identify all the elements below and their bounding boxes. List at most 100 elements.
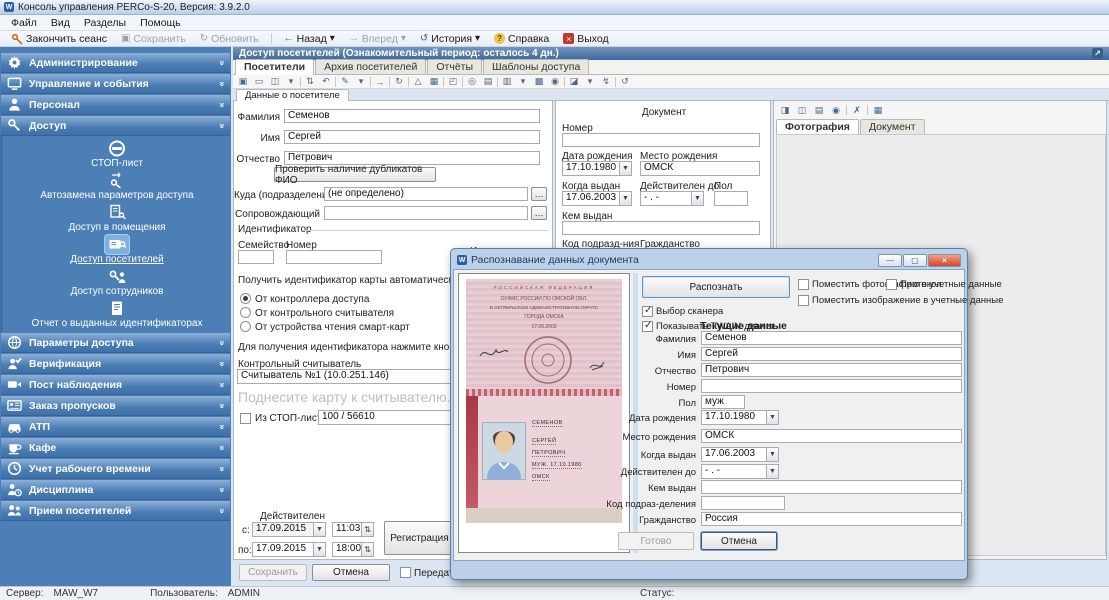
collapse-chevron-icon[interactable]: » [217, 102, 227, 107]
sidebar-item-personnel[interactable]: Персонал » [1, 95, 230, 115]
forward-button[interactable]: → Вперед ▾ [342, 31, 413, 46]
back-button[interactable]: ← Назад ▾ [277, 31, 342, 46]
sidebar-item-cafe[interactable]: Кафе » [1, 438, 230, 458]
camera-icon[interactable]: ◉ [548, 76, 562, 88]
collapse-chevron-icon[interactable]: » [217, 445, 227, 450]
sidebar-item-employee-access[interactable]: Доступ сотрудников [71, 267, 164, 297]
birth-place-field[interactable]: ОМСК [640, 161, 760, 176]
valid-to-time[interactable]: 18:00⇅ [332, 542, 374, 557]
cancel-visitor-button[interactable]: Отмена [312, 564, 390, 581]
collapse-chevron-icon[interactable]: » [217, 403, 227, 408]
valid-until-combo[interactable]: - . -▼ [640, 191, 704, 206]
forward-dropdown-icon[interactable]: ▾ [401, 34, 406, 44]
window-icon[interactable]: ▦ [427, 76, 441, 88]
sidebar-item-pass-orders[interactable]: Заказ пропусков » [1, 396, 230, 416]
dlg-birth-date-combo[interactable]: 17.10.1980▼ [701, 410, 779, 425]
collapse-chevron-icon[interactable]: » [217, 487, 227, 492]
chart-icon[interactable]: △ [411, 76, 425, 88]
issued-date-combo[interactable]: 17.06.2003▼ [562, 191, 632, 206]
sidebar-item-visitor-reception[interactable]: Прием посетителей » [1, 501, 230, 521]
copy-icon[interactable]: ◰ [446, 76, 460, 88]
camera-import-icon[interactable]: ◨ [778, 104, 792, 116]
photo-toolbar-icon[interactable] [867, 105, 868, 115]
number-field[interactable] [286, 250, 382, 264]
toolbar-icon[interactable] [564, 77, 565, 87]
add-record-icon[interactable]: ▣ [236, 76, 250, 88]
tab[interactable]: Отчёты [427, 59, 482, 74]
minimize-button[interactable]: — [878, 254, 902, 267]
sidebar-item-administration[interactable]: Администрирование » [1, 53, 230, 73]
tab[interactable]: Посетители [235, 59, 314, 75]
back-dropdown-icon[interactable]: ▾ [330, 34, 335, 44]
history-button[interactable]: ↺ История ▾ [413, 31, 487, 46]
collapse-chevron-icon[interactable]: » [217, 123, 227, 128]
toolbar-icon[interactable] [497, 77, 498, 87]
printer-icon[interactable]: ▥ [500, 76, 514, 88]
end-session-button[interactable]: Закончить сеанс [4, 31, 114, 46]
dlg-birth-place-field[interactable]: ОМСК [701, 429, 962, 443]
sidebar-item-discipline[interactable]: Дисциплина » [1, 480, 230, 500]
protocol-checkbox[interactable] [886, 279, 897, 290]
photo-tab[interactable]: Документ [860, 119, 925, 134]
gender-field[interactable] [714, 191, 748, 206]
print-badge-icon[interactable]: ◪ [567, 76, 581, 88]
issued-by-field[interactable] [562, 221, 760, 235]
collapse-chevron-icon[interactable]: » [217, 466, 227, 471]
toolbar-icon[interactable] [408, 77, 409, 87]
escort-browse-button[interactable]: … [531, 206, 547, 220]
toolbar-icon[interactable] [389, 77, 390, 87]
find-icon[interactable]: ◎ [465, 76, 479, 88]
print-icon[interactable]: ▤ [812, 104, 826, 116]
family-field[interactable] [238, 250, 274, 264]
toolbar-icon[interactable] [443, 77, 444, 87]
delete-photo-icon[interactable]: ✗ [850, 104, 864, 116]
dlg-gender-field[interactable]: муж [701, 395, 745, 409]
menu-item[interactable]: Разделы [77, 16, 133, 30]
sidebar-item-atp[interactable]: АТП » [1, 417, 230, 437]
place-image-checkbox[interactable] [798, 295, 809, 306]
history-dropdown-icon[interactable]: ▾ [475, 34, 480, 44]
toolbar-icon[interactable] [335, 77, 336, 87]
dlg-issued-by-field[interactable] [701, 480, 962, 494]
video-icon[interactable]: ◉ [829, 104, 843, 116]
sidebar-item-stop-list[interactable]: СТОП-лист [91, 139, 143, 169]
help-button[interactable]: ? Справка [487, 31, 556, 46]
doc-number-field[interactable] [562, 133, 760, 147]
from-stoplist-checkbox[interactable] [240, 413, 251, 424]
export-icon[interactable]: ◫ [268, 76, 282, 88]
paste-icon[interactable]: ◫ [795, 104, 809, 116]
name-field[interactable]: Сергей [284, 130, 540, 144]
panel-pin-icon[interactable]: ↗ [1092, 48, 1103, 59]
save-button[interactable]: ▣ Сохранить [114, 31, 193, 46]
exit-button[interactable]: × Выход [556, 31, 615, 46]
valid-to-date[interactable]: 17.09.2015▼ [252, 542, 326, 557]
photo-tab[interactable]: Фотография [776, 119, 859, 135]
done-button[interactable]: Готово [618, 532, 694, 550]
close-button[interactable]: × [928, 254, 961, 267]
toolbar-icon[interactable] [615, 77, 616, 87]
sidebar-item-visitor-access[interactable]: Доступ посетителей [70, 235, 163, 265]
export-dropdown-icon[interactable]: ▾ [284, 76, 298, 88]
dlg-valid-combo[interactable]: - . -▼ [701, 464, 779, 479]
dialog-cancel-button[interactable]: Отмена [701, 532, 777, 550]
dlg-dept-code-field[interactable] [701, 496, 785, 510]
lightning-icon[interactable]: ↯ [599, 76, 613, 88]
collapse-chevron-icon[interactable]: » [217, 508, 227, 513]
scanner-select-checkbox[interactable] [642, 306, 653, 317]
sidebar-item-observation-post[interactable]: Пост наблюдения » [1, 375, 230, 395]
stoplist-counter-field[interactable]: 100 / 56610 [318, 410, 454, 425]
collapse-chevron-icon[interactable]: » [217, 60, 227, 65]
menu-item[interactable]: Помощь [133, 16, 188, 30]
photo-toolbar-icon[interactable] [846, 105, 847, 115]
from-controller-radio[interactable] [240, 293, 251, 304]
monitor-icon[interactable]: ▩ [532, 76, 546, 88]
printer-dropdown-icon[interactable]: ▾ [516, 76, 530, 88]
card-icon[interactable]: ▤ [481, 76, 495, 88]
from-control-reader-radio[interactable] [240, 307, 251, 318]
department-field[interactable]: (не определено) [324, 187, 528, 201]
undo-icon[interactable]: ↶ [319, 76, 333, 88]
collapse-chevron-icon[interactable]: » [217, 81, 227, 86]
go-icon[interactable]: → [373, 76, 387, 88]
dlg-citizenship-field[interactable]: Россия [701, 512, 962, 526]
menu-item[interactable]: Файл [4, 16, 44, 30]
